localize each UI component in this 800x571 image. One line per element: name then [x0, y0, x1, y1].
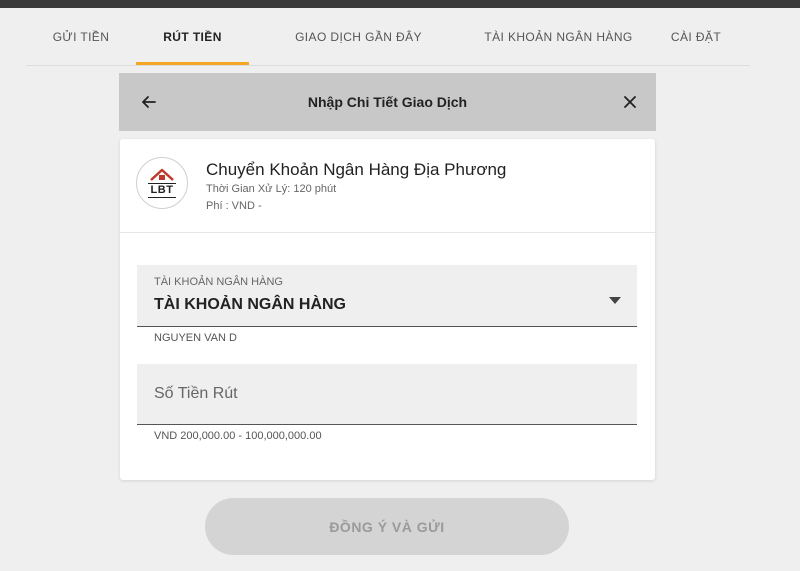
dialog-title: Nhập Chi Tiết Giao Dịch [307, 94, 468, 110]
active-tab-indicator [136, 62, 249, 65]
close-button[interactable] [616, 88, 644, 116]
payment-method-info: LBT Chuyển Khoản Ngân Hàng Địa Phương Th… [120, 139, 655, 233]
back-button[interactable] [135, 88, 163, 116]
bank-account-label: TÀI KHOẢN NGÂN HÀNG [154, 276, 283, 288]
transaction-form-card: LBT Chuyển Khoản Ngân Hàng Địa Phương Th… [120, 139, 655, 480]
agree-and-submit-button[interactable]: ĐỒNG Ý VÀ GỬI [205, 498, 569, 555]
tab-bank-accounts[interactable]: TÀI KHOẢN NGÂN HÀNG [446, 8, 671, 66]
tab-bar: GỬI TIỀN RÚT TIỀN GIAO DỊCH GẦN ĐÂY TÀI … [26, 8, 750, 66]
top-strip [0, 0, 800, 8]
tab-recent-transactions[interactable]: GIAO DỊCH GẦN ĐÂY [256, 8, 461, 66]
dialog-header: Nhập Chi Tiết Giao Dịch [119, 73, 656, 131]
bank-logo: LBT [136, 157, 188, 209]
house-icon [150, 168, 174, 181]
close-icon [624, 96, 636, 108]
bank-account-select[interactable]: TÀI KHOẢN NGÂN HÀNG TÀI KHOẢN NGÂN HÀNG [137, 265, 637, 327]
arrow-left-icon [142, 96, 156, 108]
tab-settings[interactable]: CÀI ĐẶT [651, 8, 741, 66]
account-holder-name: NGUYEN VAN D [154, 332, 237, 344]
tab-deposit[interactable]: GỬI TIỀN [26, 8, 136, 66]
bank-logo-text: LBT [147, 183, 177, 198]
bank-account-value: TÀI KHOẢN NGÂN HÀNG [154, 296, 346, 313]
withdraw-amount-input[interactable] [137, 364, 637, 424]
fee-text: Phí : VND - [206, 200, 262, 212]
dropdown-caret-icon [609, 297, 621, 304]
amount-range-hint: VND 200,000.00 - 100,000,000.00 [154, 430, 322, 442]
tab-withdraw[interactable]: RÚT TIỀN [136, 8, 249, 66]
payment-method-name: Chuyển Khoản Ngân Hàng Địa Phương [206, 160, 507, 179]
processing-time: Thời Gian Xử Lý: 120 phút [206, 183, 337, 195]
withdraw-amount-field [137, 364, 637, 425]
